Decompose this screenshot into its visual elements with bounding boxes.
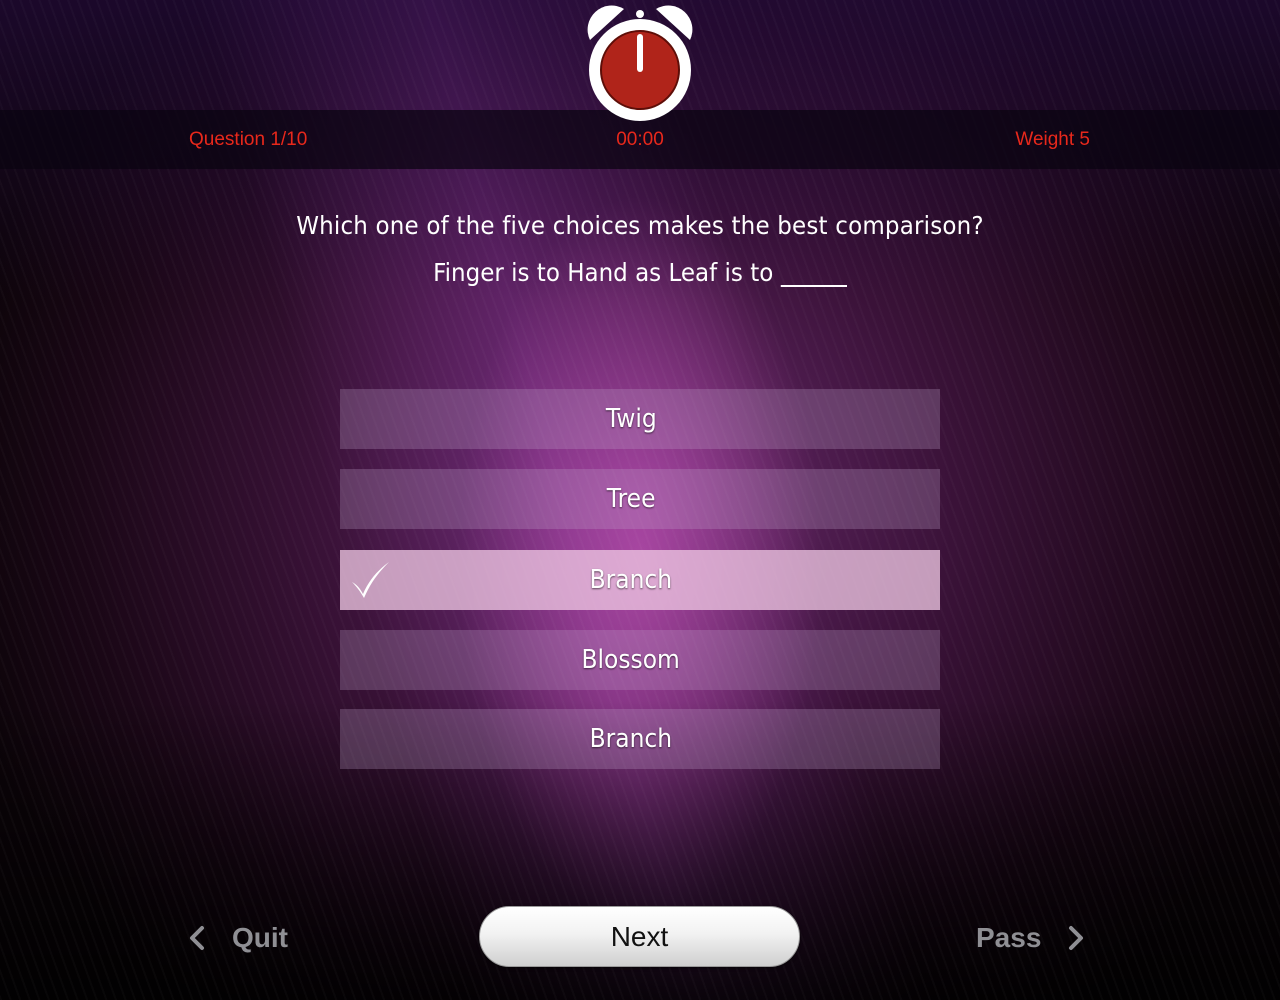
question-text: Which one of the five choices makes the … xyxy=(296,211,984,240)
quit-button[interactable]: Quit xyxy=(186,920,288,956)
next-button[interactable]: Next xyxy=(479,906,800,967)
choice-label: Blossom xyxy=(581,645,681,675)
choice-3[interactable]: Branch xyxy=(340,550,940,610)
weight-label: Weight 5 xyxy=(1015,129,1090,150)
choice-label: Branch xyxy=(589,724,673,754)
chevron-left-icon xyxy=(190,926,204,950)
question-prompt: Finger is to Hand as Leaf is to xyxy=(51,258,1229,287)
choice-1[interactable]: Twig xyxy=(340,389,940,449)
choice-4[interactable]: Blossom xyxy=(340,630,940,690)
checkmark-icon xyxy=(352,562,389,598)
answer-blank xyxy=(780,285,847,287)
chevron-right-icon xyxy=(1069,926,1084,950)
pass-label: Pass xyxy=(976,922,1042,953)
quit-label: Quit xyxy=(232,922,288,953)
choice-label: Twig xyxy=(605,404,657,434)
choice-5[interactable]: Branch xyxy=(340,709,940,769)
prompt-text: Finger is to Hand as Leaf is to xyxy=(433,258,774,287)
choice-2[interactable]: Tree xyxy=(340,469,940,529)
pass-button[interactable]: Pass xyxy=(976,920,1087,956)
choice-label: Tree xyxy=(606,484,656,514)
alarm-clock-icon xyxy=(587,5,693,121)
choice-label: Branch xyxy=(589,565,673,595)
